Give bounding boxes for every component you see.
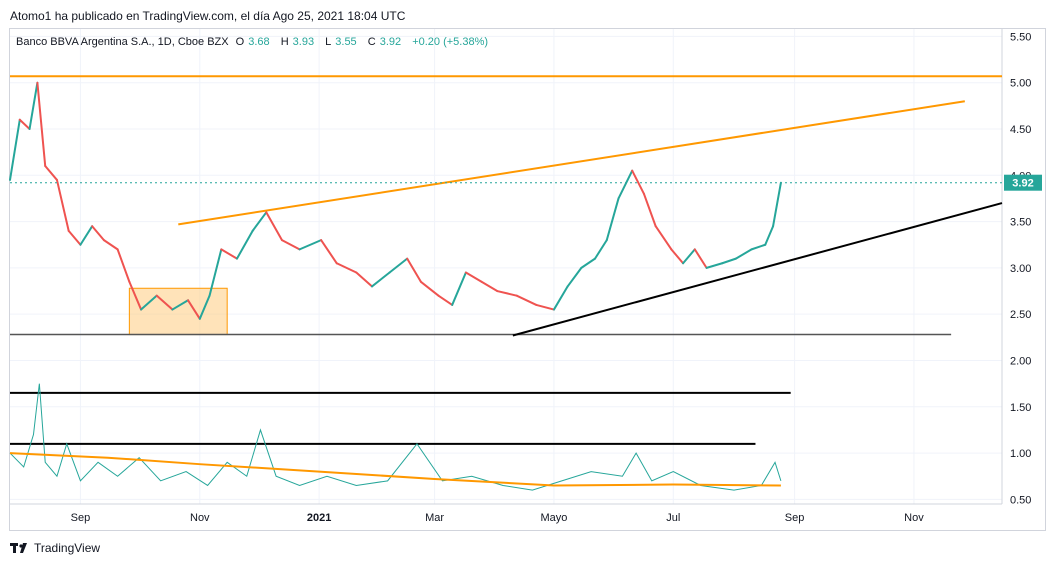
y-tick-label: 1.50 — [1010, 402, 1031, 414]
price-segment — [55, 178, 70, 232]
y-tick-label: 3.50 — [1010, 217, 1031, 229]
chart-legend: Banco BBVA Argentina S.A., 1D, Cboe BZX … — [16, 36, 492, 48]
upper-trend-line — [178, 100, 965, 226]
price-segment — [566, 266, 583, 288]
x-tick-label: Mayo — [540, 512, 567, 524]
price-segment — [605, 197, 620, 242]
price-segment — [235, 229, 254, 260]
price-segment — [437, 294, 454, 306]
x-tick-label: Sep — [71, 512, 91, 524]
price-segment — [406, 257, 422, 283]
x-tick-label: 2021 — [307, 512, 331, 524]
price-segment — [464, 271, 483, 283]
price-segment — [102, 239, 119, 251]
price-segment — [36, 81, 47, 168]
price-segment — [480, 280, 499, 293]
open-label: O — [235, 36, 245, 48]
price-segment — [298, 239, 323, 251]
y-tick-label: 3.00 — [1010, 263, 1031, 275]
x-tick-label: Nov — [904, 512, 924, 524]
x-tick-label: Jul — [666, 512, 680, 524]
last-price-label: 3.92 — [1012, 178, 1033, 190]
footer: TradingView — [10, 541, 100, 555]
price-segment — [594, 239, 608, 260]
price-chart[interactable]: 5.505.004.504.003.503.002.502.001.501.00… — [0, 0, 1056, 566]
price-segment — [535, 303, 555, 311]
x-tick-label: Mar — [425, 512, 444, 524]
y-tick-label: 0.50 — [1010, 494, 1031, 506]
lower-trend-line — [512, 202, 1003, 337]
close-label: C — [367, 36, 376, 48]
y-tick-label: 5.00 — [1010, 78, 1031, 90]
price-segment — [515, 294, 538, 306]
price-segment — [265, 211, 283, 242]
price-segment — [721, 257, 737, 265]
high-label: H — [280, 36, 289, 48]
consolidation-box — [128, 287, 228, 336]
price-segment — [693, 248, 708, 269]
price-segment — [44, 165, 58, 181]
price-segment — [451, 271, 467, 306]
price-segment — [320, 239, 338, 265]
y-tick-label: 2.00 — [1010, 355, 1031, 367]
y-tick-label: 1.00 — [1010, 448, 1031, 460]
price-segment — [388, 257, 409, 274]
price-segment — [280, 239, 301, 251]
y-tick-label: 4.50 — [1010, 124, 1031, 136]
price-segment — [631, 169, 645, 195]
price-segment — [91, 225, 105, 242]
price-segment — [580, 257, 597, 269]
volume-line — [9, 383, 782, 491]
price-segment — [705, 262, 724, 269]
price-segment — [67, 229, 82, 246]
price-segment — [750, 243, 767, 251]
price-segment — [552, 285, 569, 311]
low-value: 3.55 — [335, 36, 357, 48]
y-tick-label: 5.50 — [1010, 31, 1031, 43]
price-segment — [79, 225, 94, 246]
price-segment — [764, 225, 775, 246]
change-value: +0.20 (+5.38%) — [412, 36, 489, 48]
close-value: 3.92 — [379, 36, 402, 48]
price-segment — [116, 248, 131, 283]
price-segment — [355, 271, 373, 288]
tradingview-logo-icon — [10, 543, 27, 553]
price-segment — [419, 280, 440, 297]
x-tick-label: Sep — [785, 512, 805, 524]
price-segment — [28, 81, 39, 130]
price-segment — [370, 271, 391, 288]
price-segment — [734, 248, 753, 260]
price-segment — [220, 248, 238, 260]
high-value: 3.93 — [292, 36, 315, 48]
x-tick-label: Nov — [190, 512, 210, 524]
y-tick-label: 2.50 — [1010, 309, 1031, 321]
price-segment — [772, 181, 782, 228]
price-segment — [654, 225, 673, 251]
symbol-label[interactable]: Banco BBVA Argentina S.A., 1D, Cboe BZX — [16, 36, 229, 48]
tradingview-brand[interactable]: TradingView — [34, 541, 100, 555]
open-value: 3.68 — [248, 36, 270, 48]
price-segment — [496, 290, 518, 297]
low-label: L — [325, 36, 332, 48]
price-segment — [682, 248, 696, 265]
price-segment — [18, 118, 31, 130]
